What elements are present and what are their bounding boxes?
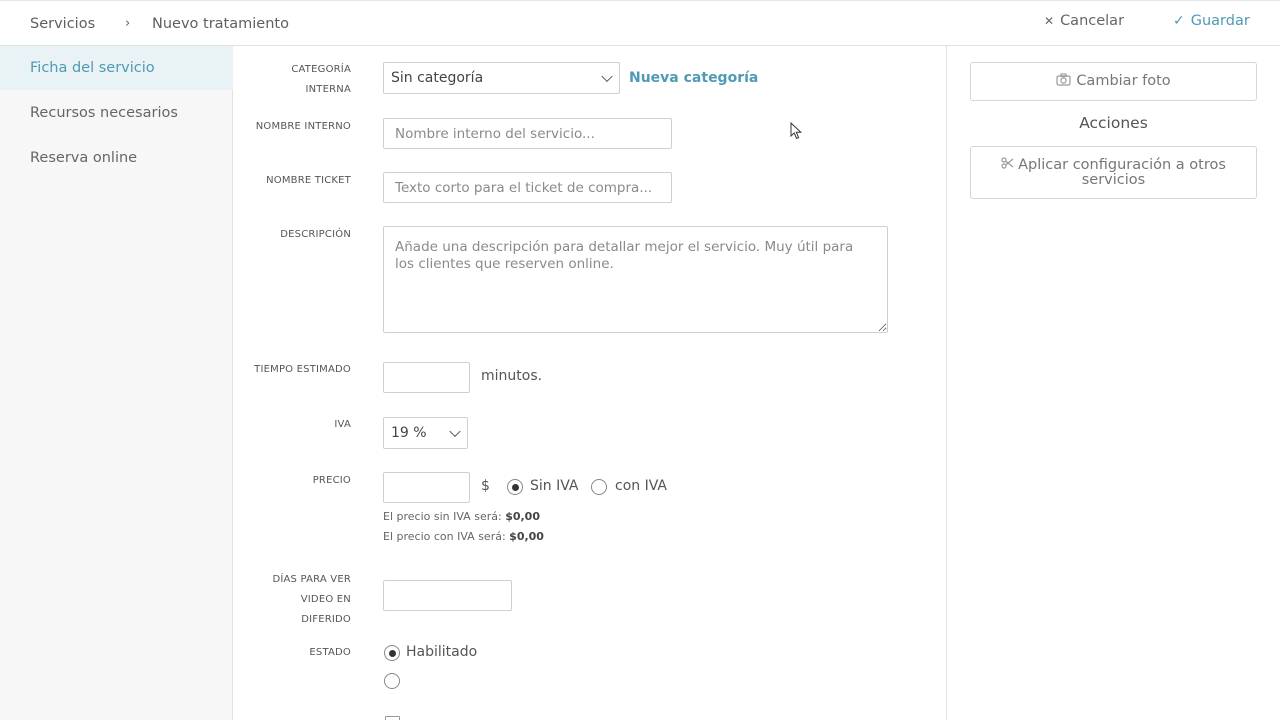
category-label-line1: CATEGORÍA — [291, 64, 351, 75]
apply-config-label-line2: servicios — [1081, 172, 1146, 188]
internal-name-input[interactable] — [383, 118, 672, 149]
iva-select[interactable]: 19 % — [383, 417, 468, 449]
estimated-time-label: TIEMPO ESTIMADO — [254, 364, 351, 375]
deferred-days-label-line3: DIFERIDO — [301, 614, 351, 625]
price-without-iva-hint: El precio sin IVA será: $0,00 — [383, 510, 540, 523]
estimated-time-input[interactable] — [383, 362, 470, 393]
new-category-link[interactable]: Nueva categoría — [629, 70, 758, 86]
breadcrumb-separator: › — [125, 16, 131, 31]
category-label-line2: INTERNA — [305, 84, 351, 95]
breadcrumb-parent-link[interactable]: Servicios — [30, 16, 95, 32]
change-photo-label: Cambiar foto — [1076, 73, 1171, 89]
cancel-label: Cancelar — [1060, 13, 1125, 29]
description-label: DESCRIPCIÓN — [280, 229, 351, 240]
cancel-button[interactable]: ✕ Cancelar — [1044, 13, 1124, 29]
deferred-days-label: DÍAS PARA VER VIDEO EN DIFERIDO — [233, 570, 351, 630]
price-without-iva-hint-text: El precio sin IVA será: — [383, 510, 502, 523]
internal-name-label: NOMBRE INTERNO — [255, 121, 351, 132]
price-with-iva-label[interactable]: con IVA — [615, 478, 667, 494]
service-form: CATEGORÍA INTERNA Sin categoría Nueva ca… — [233, 46, 947, 720]
deferred-days-label-line1: DÍAS PARA VER — [272, 574, 351, 585]
iva-select-value: 19 % — [391, 425, 427, 441]
category-select-value: Sin categoría — [391, 70, 484, 86]
apply-config-label-line1: Aplicar configuración a otros — [1018, 156, 1226, 173]
mouse-cursor-icon — [790, 121, 803, 144]
category-select[interactable]: Sin categoría — [383, 62, 620, 94]
status-disabled-radio[interactable] — [384, 673, 400, 689]
price-without-iva-radio[interactable] — [507, 479, 523, 495]
save-label: Guardar — [1190, 13, 1250, 29]
scissors-icon — [1001, 157, 1014, 173]
price-without-iva-label[interactable]: Sin IVA — [530, 478, 579, 494]
price-with-iva-radio[interactable] — [591, 479, 607, 495]
sidebar: Ficha del servicio Recursos necesarios R… — [0, 46, 242, 720]
price-without-iva-hint-value: $0,00 — [505, 510, 540, 523]
iva-label: IVA — [334, 419, 351, 430]
price-with-iva-hint: El precio con IVA será: $0,00 — [383, 530, 544, 543]
sidebar-item-ficha-servicio[interactable]: Ficha del servicio — [0, 46, 242, 90]
category-label: CATEGORÍA INTERNA — [233, 60, 351, 100]
ticket-name-label: NOMBRE TICKET — [266, 175, 351, 186]
apply-config-button[interactable]: Aplicar configuración a otros servicios — [970, 146, 1257, 199]
sidebar-item-recursos-necesarios[interactable]: Recursos necesarios — [0, 91, 233, 135]
status-label: ESTADO — [309, 647, 351, 658]
save-button[interactable]: ✓ Guardar — [1173, 13, 1250, 29]
sidebar-item-reserva-online[interactable]: Reserva online — [0, 136, 233, 180]
chevron-down-icon — [601, 70, 613, 83]
price-label: PRECIO — [312, 475, 351, 486]
price-with-iva-hint-text: El precio con IVA será: — [383, 530, 506, 543]
actions-title: Acciones — [1079, 114, 1148, 132]
status-enabled-radio[interactable] — [384, 645, 400, 661]
description-textarea[interactable] — [383, 226, 888, 333]
ticket-name-input[interactable] — [383, 172, 672, 203]
price-input[interactable] — [383, 472, 470, 503]
deferred-days-label-line2: VIDEO EN — [300, 594, 351, 605]
chevron-down-icon — [449, 425, 461, 438]
currency-symbol: $ — [481, 478, 490, 494]
camera-icon — [1056, 73, 1071, 90]
close-icon: ✕ — [1044, 14, 1055, 28]
option-checkbox[interactable] — [385, 716, 400, 720]
check-icon: ✓ — [1173, 13, 1185, 29]
price-with-iva-hint-value: $0,00 — [509, 530, 544, 543]
change-photo-button[interactable]: Cambiar foto — [970, 62, 1257, 101]
breadcrumb-current: Nuevo tratamiento — [152, 16, 289, 32]
right-panel: Cambiar foto Acciones Aplicar configurac… — [947, 46, 1280, 720]
minutes-unit-label: minutos. — [481, 368, 543, 384]
deferred-days-input[interactable] — [383, 580, 512, 611]
top-bar: Servicios › Nuevo tratamiento ✕ Cancelar… — [0, 0, 1280, 46]
status-enabled-label[interactable]: Habilitado — [406, 644, 477, 660]
